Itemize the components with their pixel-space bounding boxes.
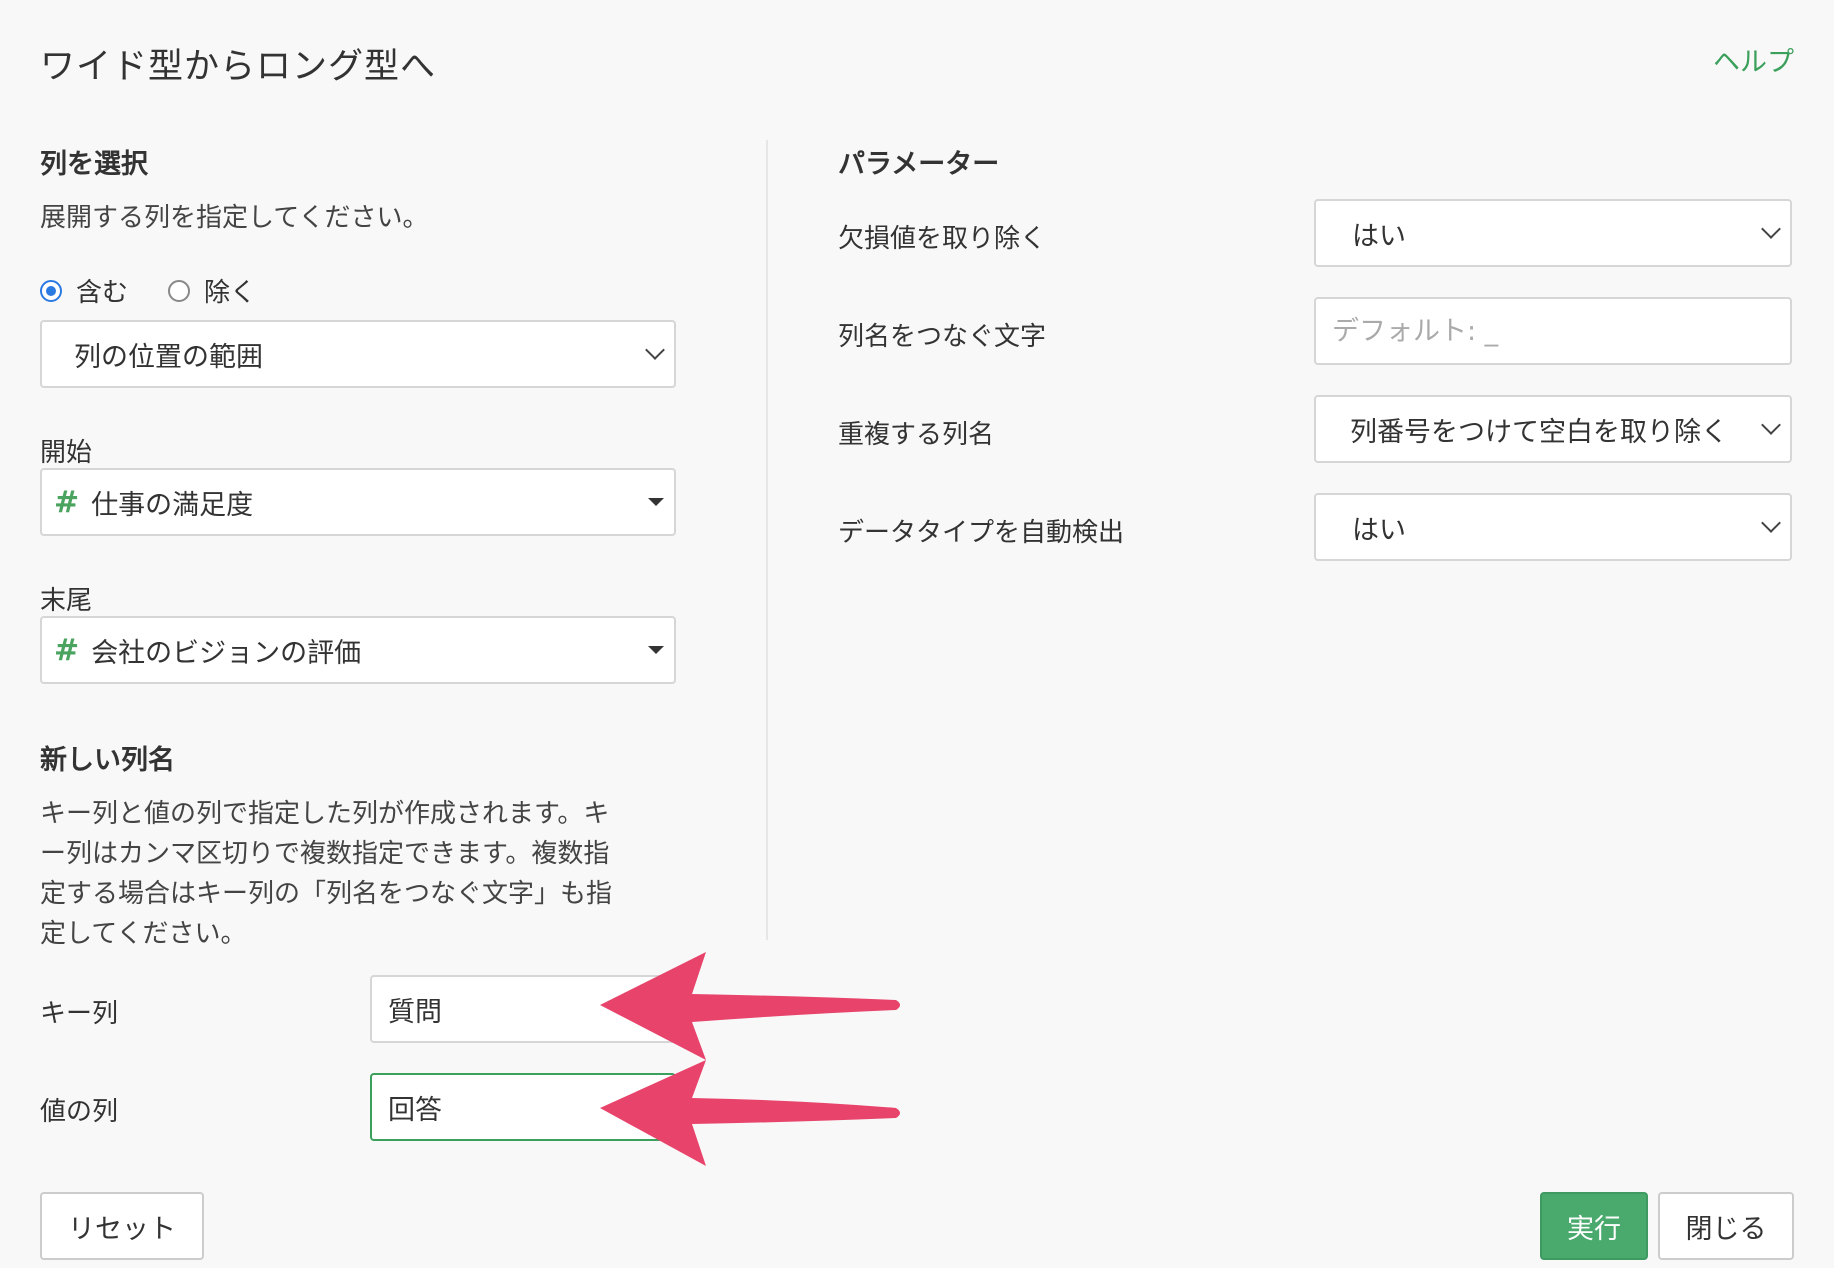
detect-types-select[interactable]: はい	[1314, 493, 1792, 561]
column-divider	[766, 140, 768, 940]
value-column-input[interactable]	[370, 1073, 676, 1141]
chevron-down-icon	[1761, 415, 1781, 435]
radio-exclude-indicator[interactable]	[168, 279, 191, 302]
run-button[interactable]: 実行	[1540, 1192, 1648, 1260]
parameters-heading: パラメーター	[838, 149, 1000, 180]
new-column-names-heading: 新しい列名	[40, 745, 175, 776]
radio-include-indicator[interactable]	[40, 279, 62, 302]
radio-include[interactable]: 含む	[40, 272, 128, 309]
remove-na-select[interactable]: はい	[1314, 199, 1792, 267]
detect-types-label: データタイプを自動検出	[838, 518, 1125, 548]
number-hash-icon: #	[54, 632, 80, 668]
separator-label: 列名をつなぐ文字	[838, 322, 1047, 352]
dialog-title: ワイド型からロング型へ	[40, 47, 437, 87]
start-column-select[interactable]: # 仕事の満足度	[40, 468, 676, 536]
select-columns-description: 展開する列を指定してください。	[40, 203, 429, 233]
chevron-down-icon	[1761, 219, 1781, 239]
start-label: 開始	[40, 438, 93, 468]
duplicate-names-value: 列番号をつけて空白を取り除く	[1350, 416, 1728, 448]
caret-down-icon	[648, 646, 664, 654]
key-column-label: キー列	[40, 999, 119, 1029]
chevron-down-icon	[1761, 513, 1781, 533]
help-link[interactable]: ヘルプ	[1713, 40, 1794, 79]
end-column-select[interactable]: # 会社のビジョンの評価	[40, 616, 676, 684]
start-column-value: 仕事の満足度	[91, 489, 254, 521]
description-line: キー列と値の列で指定した列が作成されます。キ	[40, 799, 610, 829]
duplicate-names-select[interactable]: 列番号をつけて空白を取り除く	[1314, 395, 1792, 463]
key-column-input[interactable]	[370, 975, 676, 1043]
number-hash-icon: #	[54, 484, 80, 520]
reset-button[interactable]: リセット	[40, 1192, 204, 1260]
detect-types-value: はい	[1352, 514, 1406, 546]
end-column-value: 会社のビジョンの評価	[91, 637, 362, 669]
description-line: 定する場合はキー列の「列名をつなぐ文字」も指	[40, 879, 613, 909]
radio-exclude-label: 除く	[204, 278, 257, 308]
end-label: 末尾	[40, 586, 93, 616]
close-button[interactable]: 閉じる	[1658, 1192, 1794, 1260]
remove-na-label: 欠損値を取り除く	[838, 224, 1047, 254]
chevron-down-icon	[645, 340, 665, 360]
remove-na-value: はい	[1352, 220, 1406, 252]
column-mode-value: 列の位置の範囲	[74, 341, 263, 373]
select-columns-heading: 列を選択	[40, 149, 148, 180]
radio-exclude[interactable]: 除く	[168, 272, 256, 309]
value-column-label: 値の列	[40, 1097, 119, 1127]
separator-input[interactable]	[1314, 297, 1792, 365]
caret-down-icon	[648, 498, 664, 506]
duplicate-names-label: 重複する列名	[838, 420, 995, 450]
new-column-names-description: キー列と値の列で指定した列が作成されます。キ ー列はカンマ区切りで複数指定できま…	[40, 794, 612, 954]
description-line: ー列はカンマ区切りで複数指定できます。複数指	[40, 839, 610, 869]
radio-include-label: 含む	[76, 278, 129, 308]
column-mode-select[interactable]: 列の位置の範囲	[40, 320, 676, 388]
description-line: 定してください。	[40, 919, 247, 949]
